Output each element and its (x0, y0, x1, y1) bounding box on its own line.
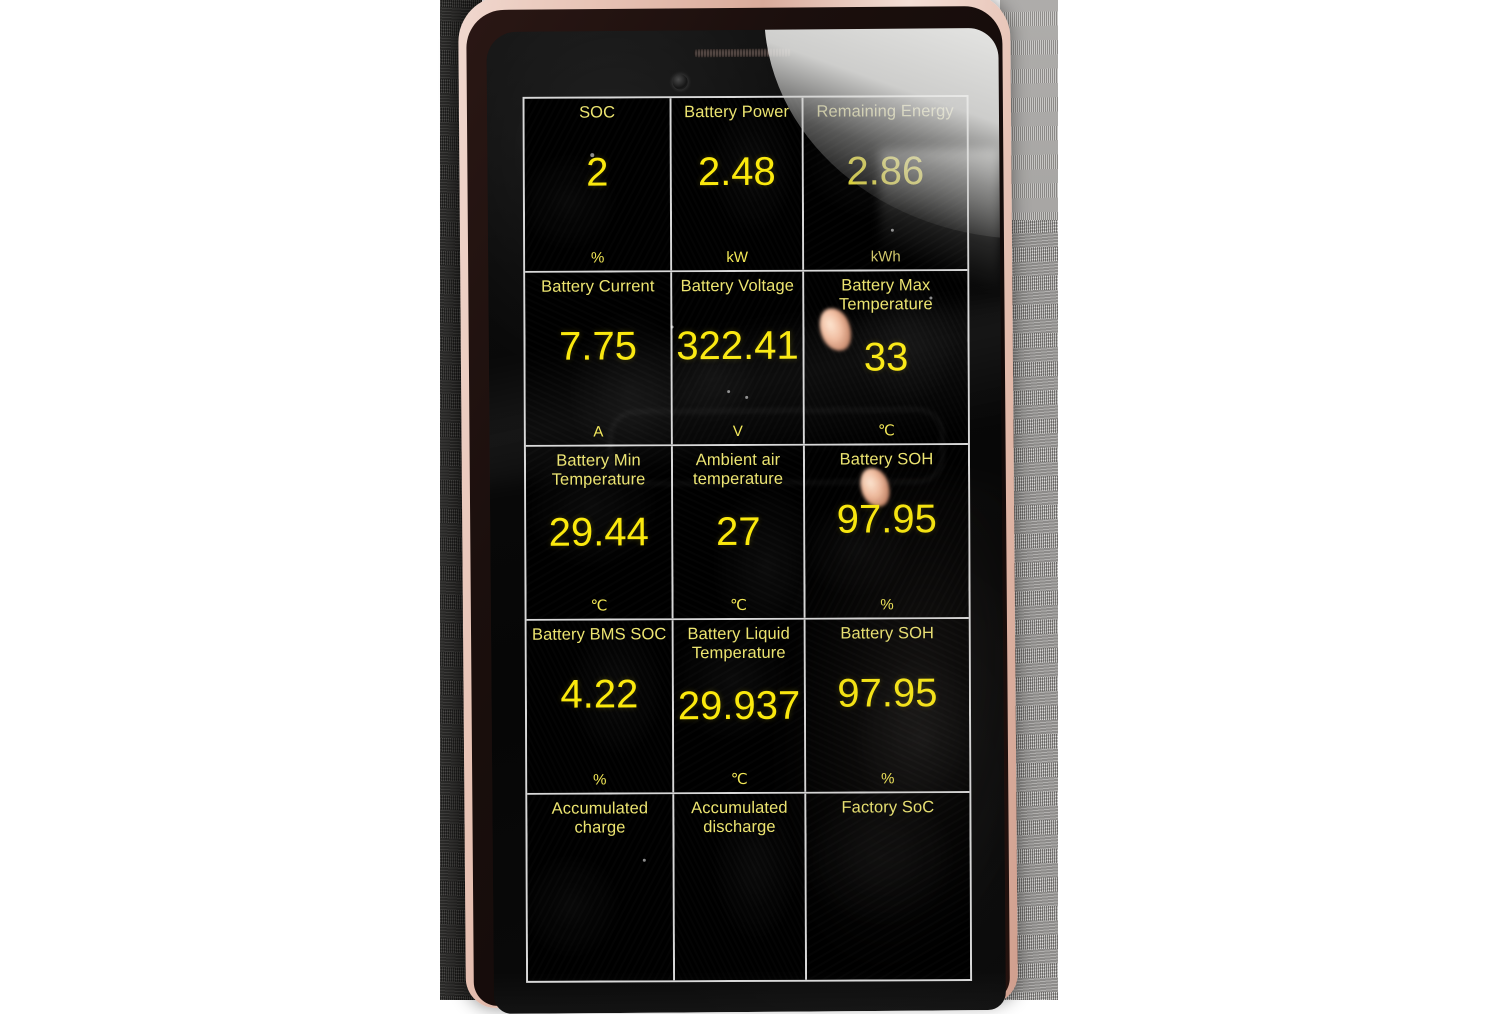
metric-cell-battery-bms-soc[interactable]: Battery BMS SOC 4.22 % (526, 620, 675, 793)
metric-label: Remaining Energy (816, 102, 954, 121)
metric-cell-accumulated-charge[interactable]: Accumulated charge (527, 794, 676, 981)
metric-value: 4.22 (560, 672, 639, 717)
metric-cell-battery-liquid-temperature[interactable]: Battery Liquid Temperature 29.937 ℃ (673, 619, 807, 793)
metric-value: 2 (586, 150, 609, 195)
metric-unit: ℃ (730, 596, 748, 614)
metric-label: Accumulated discharge (691, 798, 788, 837)
metric-cell-battery-soh-lower[interactable]: Battery SOH 97.95 % (805, 619, 970, 792)
metric-value: 29.937 (677, 684, 801, 729)
table-row: Battery Current 7.75 A Battery Voltage 3… (525, 271, 968, 447)
metric-label: Battery Min Temperature (551, 451, 646, 489)
metric-label: Battery SOH (839, 450, 934, 469)
metric-cell-battery-current[interactable]: Battery Current 7.75 A (525, 272, 673, 445)
earpiece-speaker-icon (693, 48, 792, 58)
metric-label: Accumulated charge (551, 799, 649, 837)
phone-inner-frame: SOC 2 % Battery Power 2.48 kW Remaining … (466, 5, 1010, 1014)
metric-value: 2.86 (846, 148, 925, 194)
metric-value: 97.95 (837, 670, 938, 716)
metric-label: Battery SOH (840, 624, 935, 643)
table-row: Accumulated charge Accumulated discharge (527, 793, 971, 981)
metric-unit: ℃ (590, 597, 608, 615)
metric-value: 33 (863, 335, 909, 380)
metric-value: 322.41 (676, 323, 799, 368)
metric-label: Factory SoC (841, 798, 935, 817)
metric-unit: A (593, 423, 604, 441)
metric-label: Battery Voltage (680, 276, 795, 296)
metric-unit: % (590, 249, 605, 267)
metric-unit: V (732, 422, 743, 440)
metric-unit: % (593, 771, 607, 789)
metric-cell-accumulated-discharge[interactable]: Accumulated discharge (674, 793, 808, 981)
metric-value: 97.95 (836, 496, 937, 542)
metric-cell-battery-soh-upper[interactable]: Battery SOH 97.95 % (804, 445, 969, 618)
metric-unit: kW (726, 248, 749, 266)
metric-cell-remaining-energy[interactable]: Remaining Energy 2.86 kWh (803, 97, 968, 270)
glass-film (806, 793, 971, 980)
metric-label: Battery BMS SOC (531, 625, 667, 644)
metric-unit: ℃ (877, 422, 895, 440)
metric-label: Battery Power (684, 102, 790, 122)
metric-unit: ℃ (730, 770, 748, 788)
battery-dashboard-grid: SOC 2 % Battery Power 2.48 kW Remaining … (522, 95, 973, 983)
phone-screen[interactable]: SOC 2 % Battery Power 2.48 kW Remaining … (486, 27, 1007, 1014)
metric-cell-battery-max-temperature[interactable]: Battery Max Temperature 33 ℃ (804, 271, 968, 444)
metric-cell-factory-soc[interactable]: Factory SoC (806, 793, 971, 980)
smartphone-device: SOC 2 % Battery Power 2.48 kW Remaining … (458, 0, 1018, 1014)
metric-unit: % (880, 596, 894, 614)
metric-value: 29.44 (548, 510, 649, 556)
metric-unit: kWh (870, 248, 901, 266)
metric-label: Battery Current (541, 277, 655, 296)
metric-label: Battery Max Temperature (838, 276, 933, 314)
metric-label: SOC (579, 103, 616, 122)
metric-cell-soc[interactable]: SOC 2 % (524, 98, 673, 271)
metric-cell-battery-voltage[interactable]: Battery Voltage 322.41 V (672, 271, 805, 445)
front-camera-icon (672, 74, 688, 90)
metric-cell-battery-power[interactable]: Battery Power 2.48 kW (671, 97, 805, 271)
metric-unit: % (881, 770, 895, 788)
table-row: Battery Min Temperature 29.44 ℃ Ambient … (525, 445, 969, 621)
table-row: Battery BMS SOC 4.22 % Battery Liquid Te… (526, 619, 970, 795)
metric-value: 27 (715, 510, 761, 555)
metric-cell-ambient-air-temperature[interactable]: Ambient air temperature 27 ℃ (672, 445, 806, 619)
metric-value: 2.48 (697, 149, 776, 194)
metric-value: 7.75 (559, 324, 638, 369)
metric-label: Ambient air temperature (692, 450, 784, 489)
metric-cell-battery-min-temperature[interactable]: Battery Min Temperature 29.44 ℃ (525, 446, 674, 619)
table-row: SOC 2 % Battery Power 2.48 kW Remaining … (524, 97, 968, 273)
metric-label: Battery Liquid Temperature (687, 624, 790, 663)
photograph: SOC 2 % Battery Power 2.48 kW Remaining … (0, 0, 1500, 1014)
